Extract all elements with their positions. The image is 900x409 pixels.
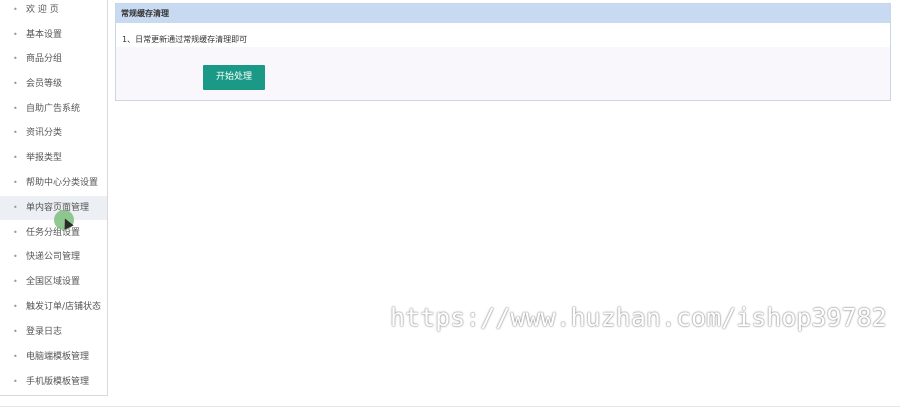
bullet-icon: • [13,252,18,261]
sidebar-item-product-groups[interactable]: • 商品分组 [0,47,107,71]
bullet-icon: • [13,104,18,113]
sidebar-item-news-categories[interactable]: • 资讯分类 [0,121,107,145]
cache-clear-panel: 常规缓存清理 1、日常更新通过常规缓存清理即可 开始处理 [115,3,891,101]
sidebar-item-label: 全国区域设置 [26,277,81,287]
sidebar-item-label: 欢 迎 页 [26,5,59,15]
bullet-icon: • [13,178,18,187]
sidebar-item-label: 举报类型 [26,153,63,163]
sidebar-item-label: 电脑端模板管理 [26,352,90,362]
bullet-icon: • [13,302,18,311]
sidebar-item-login-log[interactable]: • 登录日志 [0,320,107,344]
sidebar-item-member-levels[interactable]: • 会员等级 [0,72,107,96]
sidebar-item-label: 触发订单/店铺状态 [26,302,102,312]
bullet-icon: • [13,5,18,14]
bullet-icon: • [13,377,18,386]
sidebar-item-label: 自助广告系统 [26,104,81,114]
sidebar-item-welcome[interactable]: • 欢 迎 页 [0,0,107,22]
sidebar-item-label: 手机版模板管理 [26,377,90,387]
sidebar-item-courier-management[interactable]: • 快递公司管理 [0,245,107,269]
bullet-icon: • [13,128,18,137]
sidebar-item-report-types[interactable]: • 举报类型 [0,146,107,170]
sidebar-item-pc-templates[interactable]: • 电脑端模板管理 [0,345,107,369]
sidebar-menu: • 欢 迎 页 • 基本设置 • 商品分组 • 会员等级 • 自助广告系统 • … [0,0,108,396]
sidebar-item-label: 基本设置 [26,30,63,40]
sidebar-item-self-service-ads[interactable]: • 自助广告系统 [0,97,107,121]
bullet-icon: • [13,203,18,212]
bullet-icon: • [13,228,18,237]
bullet-icon: • [13,352,18,361]
sidebar-item-help-center-categories[interactable]: • 帮助中心分类设置 [0,171,107,195]
sidebar-item-label: 帮助中心分类设置 [26,178,99,188]
sidebar-item-basic-settings[interactable]: • 基本设置 [0,23,107,47]
bullet-icon: • [13,79,18,88]
watermark-text: https://www.huzhan.com/ishop39782 [390,303,887,332]
bullet-icon: • [13,327,18,336]
sidebar-item-label: 资讯分类 [26,128,63,138]
sidebar-item-label: 登录日志 [26,327,63,337]
sidebar-item-label: 会员等级 [26,79,63,89]
bullet-icon: • [13,30,18,39]
start-processing-button[interactable]: 开始处理 [203,65,265,90]
panel-instruction: 1、日常更新通过常规缓存清理即可 [122,35,248,44]
panel-title: 常规缓存清理 [116,4,890,23]
divider [0,406,900,407]
sidebar-item-region-settings[interactable]: • 全国区域设置 [0,270,107,294]
bullet-icon: • [13,54,18,63]
sidebar-item-trigger-order-status[interactable]: • 触发订单/店铺状态 [0,295,107,319]
sidebar-item-label: 商品分组 [26,54,63,64]
bullet-icon: • [13,153,18,162]
sidebar-item-label: 快递公司管理 [26,252,81,262]
sidebar-item-task-group-settings[interactable]: • 任务分组设置 [0,221,107,245]
sidebar-item-mobile-templates[interactable]: • 手机版模板管理 [0,370,107,394]
bullet-icon: • [13,277,18,286]
